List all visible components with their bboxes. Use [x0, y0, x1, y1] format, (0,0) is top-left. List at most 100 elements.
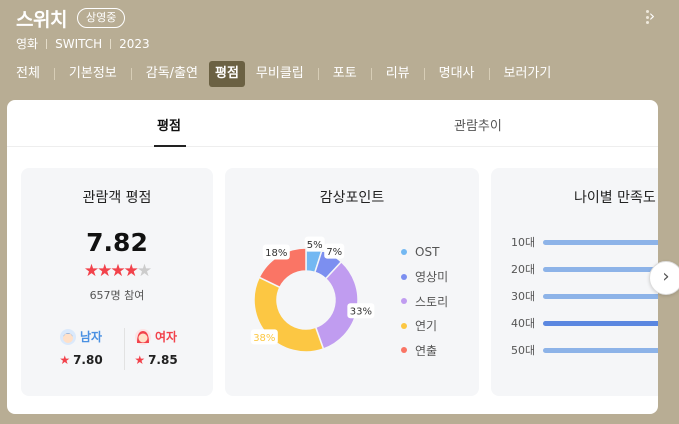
age-satisfaction-card: 나이별 만족도 10대 20대 30대 40대 50대 — [491, 168, 671, 396]
legend-item: OST — [401, 240, 448, 265]
meta-type: 영화 — [16, 37, 39, 51]
rating-score: 7.82 — [86, 228, 148, 257]
nav-item[interactable]: 보러가기 — [498, 61, 558, 87]
star-icon: ★ — [134, 353, 146, 367]
rating-tabs: 평점 관람추이 — [7, 100, 658, 147]
viewing-points-card: 감상포인트 5% 7% 33% 38% 18% OST 영상미스토리연기연출 — [225, 168, 479, 396]
nav-item[interactable]: 명대사 — [433, 61, 481, 87]
male-avatar-icon — [59, 328, 76, 345]
nav-divider — [317, 68, 319, 80]
slice-label: 38% — [250, 329, 278, 345]
female-score: 7.85 — [148, 353, 178, 367]
legend-dot — [401, 347, 407, 354]
male-rating: 남자 ★ 7.80 — [51, 328, 111, 367]
tab-audience-trend[interactable]: 관람추이 — [454, 115, 502, 134]
gender-divider — [124, 328, 125, 370]
age-bar-row: 50대 — [511, 343, 671, 357]
age-bar-row: 20대 — [511, 262, 671, 276]
age-label: 20대 — [511, 263, 536, 276]
legend-item: 연출 — [401, 338, 448, 363]
nav-divider — [53, 68, 55, 80]
age-bar-fill — [543, 347, 671, 353]
chevron-right-icon[interactable]: › — [649, 7, 655, 25]
meta-original-title: SWITCH — [55, 36, 103, 51]
star-rating: ★★★★★ — [21, 261, 213, 281]
slice-label: 7% — [324, 243, 345, 259]
legend-label: 영상미 — [415, 270, 449, 285]
legend-item: 연기 — [401, 314, 448, 339]
legend-label: OST — [415, 245, 440, 260]
star-icon: ★ — [83, 261, 99, 281]
legend-dot — [401, 273, 407, 280]
movie-meta: 영화 SWITCH 2023 — [16, 35, 150, 52]
nav-divider — [130, 68, 132, 80]
age-bar-track — [543, 347, 671, 353]
slice-label: 33% — [347, 303, 375, 319]
carousel-next-button[interactable]: › — [649, 261, 679, 295]
slice-label-text: 18% — [265, 248, 287, 259]
age-label: 50대 — [511, 344, 536, 357]
tab-rating[interactable]: 평점 — [157, 115, 181, 134]
section-nav: 전체 기본정보 감독/출연 평점 무비클립 포토 리뷰 명대사 보러가기 — [0, 60, 679, 88]
card-title: 관람객 평점 — [82, 190, 152, 206]
legend-dot — [401, 249, 407, 256]
age-bar-track — [543, 239, 671, 245]
chevron-right-icon: › — [662, 266, 670, 287]
movie-header: 스위치 상영중 영화 SWITCH 2023 전체 기본정보 감독/출연 평점 무비클립… — [0, 0, 679, 100]
legend-label: 연출 — [415, 343, 438, 358]
star-icon: ★ — [123, 261, 139, 281]
slice-label: 18% — [262, 244, 290, 260]
male-label: 남자 — [79, 330, 103, 344]
female-rating: 여자 ★ 7.85 — [126, 328, 186, 367]
legend-label: 스토리 — [415, 294, 449, 309]
nav-divider — [370, 68, 372, 80]
nav-item[interactable]: 포토 — [327, 61, 363, 87]
legend-item: 스토리 — [401, 289, 448, 314]
chart-legend: OST 영상미스토리연기연출 — [401, 240, 448, 363]
age-label: 40대 — [511, 317, 536, 330]
nav-item[interactable]: 기본정보 — [63, 61, 123, 87]
nav-item[interactable]: 무비클립 — [250, 61, 310, 87]
nav-item[interactable]: 전체 — [10, 61, 46, 87]
age-bar-row: 30대 — [511, 289, 671, 303]
female-avatar-icon — [134, 328, 151, 345]
age-bar-row: 10대 — [511, 235, 671, 249]
female-label: 여자 — [154, 330, 178, 344]
star-icon: ★ — [59, 353, 71, 367]
rating-panel: 평점 관람추이 관람객 평점 7.82 ★★★★★ 657명 참여 남자 ★ 7.… — [7, 100, 671, 414]
viewing-points-donut: 5%7% 33% 38% 18% — [250, 236, 375, 353]
age-bar-fill — [543, 293, 671, 299]
nav-item[interactable]: 평점 — [209, 61, 245, 87]
meta-divider — [110, 38, 112, 49]
age-bar-track — [543, 320, 671, 326]
card-title: 감상포인트 — [319, 190, 385, 206]
legend-item: 영상미 — [401, 265, 448, 290]
nav-item[interactable]: 감독/출연 — [140, 61, 204, 87]
age-bar-row: 40대 — [511, 316, 671, 330]
audience-rating-card: 관람객 평점 7.82 ★★★★★ 657명 참여 남자 ★ 7.80 여자 ★ 7… — [21, 168, 213, 396]
slice-label-text: 5% — [307, 240, 323, 251]
card-title: 나이별 만족도 — [574, 190, 656, 206]
age-label: 30대 — [511, 290, 536, 303]
slice-label-text: 33% — [350, 307, 372, 318]
star-icon: ★ — [110, 261, 125, 281]
age-label: 10대 — [511, 236, 536, 249]
legend-label: 연기 — [415, 319, 438, 334]
meta-year: 2023 — [119, 36, 150, 51]
age-bar-fill — [543, 239, 671, 245]
slice-label-text: 38% — [253, 333, 275, 344]
star-icon: ★ — [136, 261, 152, 281]
legend-dot — [401, 322, 407, 329]
movie-title: 스위치 — [16, 9, 67, 31]
nav-item[interactable]: 리뷰 — [380, 61, 416, 87]
slice-label-text: 7% — [326, 247, 342, 258]
nav-divider — [423, 68, 425, 80]
status-badge: 상영중 — [77, 8, 126, 28]
active-tab-indicator — [154, 145, 186, 147]
nav-divider — [488, 68, 490, 80]
participant-count: 657명 참여 — [89, 289, 145, 302]
slice-label: 5% — [304, 236, 325, 252]
star-icon: ★ — [97, 261, 112, 281]
legend-dot — [401, 298, 407, 305]
age-bar-fill — [543, 320, 671, 326]
